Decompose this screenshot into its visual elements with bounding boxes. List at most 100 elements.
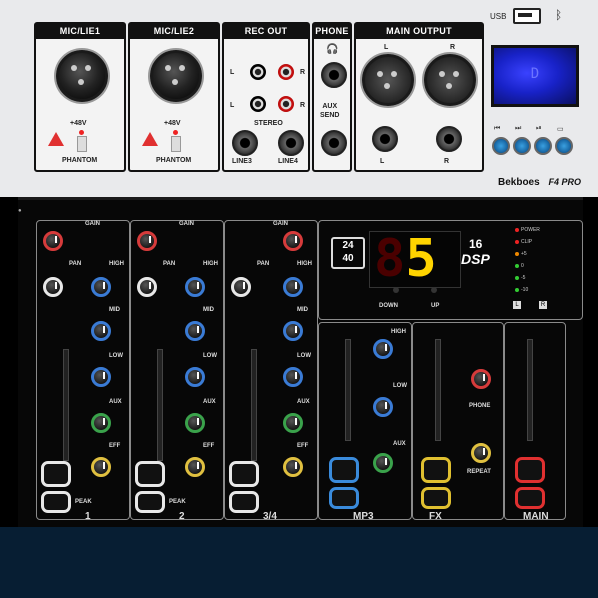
rec-r-label: R <box>300 69 306 76</box>
high-label: HIGH <box>297 261 312 267</box>
down-button[interactable] <box>393 287 399 293</box>
mid-knob[interactable] <box>91 321 111 341</box>
mp3-solo-button[interactable] <box>329 487 359 509</box>
main-out-l-jack[interactable] <box>372 126 398 152</box>
mode-button[interactable] <box>555 137 573 155</box>
mid-label: MID <box>203 307 214 313</box>
mp3-fader[interactable] <box>345 339 351 441</box>
rec-in-l-rca[interactable] <box>250 96 266 112</box>
stereo-label: STEREO <box>254 120 283 127</box>
phone-jack[interactable] <box>321 62 347 88</box>
main-solo-button[interactable] <box>515 487 545 509</box>
rec-out-r-rca[interactable] <box>278 64 294 80</box>
warning-icon <box>142 132 158 146</box>
eff-knob[interactable] <box>185 457 205 477</box>
aux-send-jack[interactable] <box>321 130 347 156</box>
rec-out-l-rca[interactable] <box>250 64 266 80</box>
high-knob[interactable] <box>91 277 111 297</box>
eff-knob[interactable] <box>283 457 303 477</box>
up-label: UP <box>431 303 440 309</box>
pan-knob[interactable] <box>231 277 251 297</box>
mic-line-1-combo-jack[interactable] <box>56 50 108 102</box>
phantom-switch[interactable] <box>77 136 87 152</box>
channel-1-mute-button[interactable] <box>41 461 71 487</box>
headphones-icon: 🎧 <box>326 44 339 55</box>
up-button[interactable] <box>431 287 437 293</box>
line3-jack[interactable] <box>232 130 258 156</box>
channel-2-solo-button[interactable] <box>135 491 165 513</box>
fx-mute-button[interactable] <box>421 457 451 483</box>
gain-knob[interactable] <box>43 231 63 251</box>
phantom-led <box>173 130 178 135</box>
next-button[interactable] <box>513 137 531 155</box>
brand-model: F4 PRO <box>548 177 581 187</box>
main-fader[interactable] <box>527 339 533 441</box>
bottom-background <box>0 527 598 598</box>
phone-knob[interactable] <box>471 369 491 389</box>
prev-button[interactable] <box>492 137 510 155</box>
channel-2-mute-button[interactable] <box>135 461 165 487</box>
phantom-switch[interactable] <box>171 136 181 152</box>
mic-line-1-section: MIC/LIE1 +48V PHANTOM <box>34 22 126 172</box>
mic-line-2-combo-jack[interactable] <box>150 50 202 102</box>
aux-knob[interactable] <box>91 413 111 433</box>
mid-knob[interactable] <box>283 321 303 341</box>
main-strip: MAIN <box>504 322 566 522</box>
low-knob[interactable] <box>283 367 303 387</box>
mic-line-1-title: MIC/LIE1 <box>36 23 124 39</box>
fx-solo-button[interactable] <box>421 487 451 509</box>
phantom-48v-label: +48V <box>70 120 87 127</box>
vu-power: POWER <box>515 227 540 233</box>
screw-icon: ● <box>18 208 22 214</box>
mid-label: MID <box>109 307 120 313</box>
main-mute-button[interactable] <box>515 457 545 483</box>
low-knob[interactable] <box>185 367 205 387</box>
channel-2-strip: GAIN PAN HIGH MID LOW AUX EFF PEAK 2 <box>130 220 224 522</box>
channel-3-4-strip: GAIN PAN HIGH MID LOW AUX EFF 3/4 <box>224 220 318 522</box>
phantom-text: PHANTOM <box>156 157 192 164</box>
dsp-section: 24 40 85 16 DSP DOWN UP POWER CLIP +5 0 … <box>318 220 583 320</box>
brand-logo: Bekboes F4 PRO <box>498 177 581 188</box>
phantom-48v-label: +48V <box>164 120 181 127</box>
play-pause-button[interactable] <box>534 137 552 155</box>
pan-knob[interactable] <box>137 277 157 297</box>
channel-1-label: 1 <box>85 511 91 522</box>
channel-1-solo-button[interactable] <box>41 491 71 513</box>
pan-knob[interactable] <box>43 277 63 297</box>
pan-label: PAN <box>163 261 176 267</box>
mp3-high-knob[interactable] <box>373 339 393 359</box>
high-knob[interactable] <box>185 277 205 297</box>
mp3-low-knob[interactable] <box>373 397 393 417</box>
mic-line-2-section: MIC/LIE2 +48V PHANTOM <box>128 22 220 172</box>
seg-digit-active: 5 <box>405 229 437 289</box>
high-knob[interactable] <box>283 277 303 297</box>
aux-knob[interactable] <box>185 413 205 433</box>
low-knob[interactable] <box>91 367 111 387</box>
aux-knob[interactable] <box>283 413 303 433</box>
mp3-aux-knob[interactable] <box>373 453 393 473</box>
gain-knob[interactable] <box>283 231 303 251</box>
channel-fader[interactable] <box>63 349 69 461</box>
fx-fader[interactable] <box>435 339 441 441</box>
usb-port[interactable] <box>513 8 541 24</box>
line4-jack[interactable] <box>278 130 304 156</box>
main-out-r-xlr[interactable] <box>424 54 476 106</box>
seg-digit-dim: 8 <box>374 229 406 289</box>
gain-label: GAIN <box>179 221 194 227</box>
main-l-label: L <box>384 44 389 51</box>
gain-knob[interactable] <box>137 231 157 251</box>
mp3-mute-button[interactable] <box>329 457 359 483</box>
channel-fader[interactable] <box>251 349 257 461</box>
main-out-l-xlr[interactable] <box>362 54 414 106</box>
main-label: MAIN <box>523 511 549 522</box>
channel-3-4-solo-button[interactable] <box>229 491 259 513</box>
repeat-knob[interactable] <box>471 443 491 463</box>
channel-fader[interactable] <box>157 349 163 461</box>
mid-knob[interactable] <box>185 321 205 341</box>
channel-3-4-mute-button[interactable] <box>229 461 259 487</box>
eff-knob[interactable] <box>91 457 111 477</box>
rec-in-r-rca[interactable] <box>278 96 294 112</box>
mp3-strip: HIGH LOW AUX MP3 <box>318 322 412 522</box>
main-out-r-jack[interactable] <box>436 126 462 152</box>
pan-label: PAN <box>69 261 82 267</box>
